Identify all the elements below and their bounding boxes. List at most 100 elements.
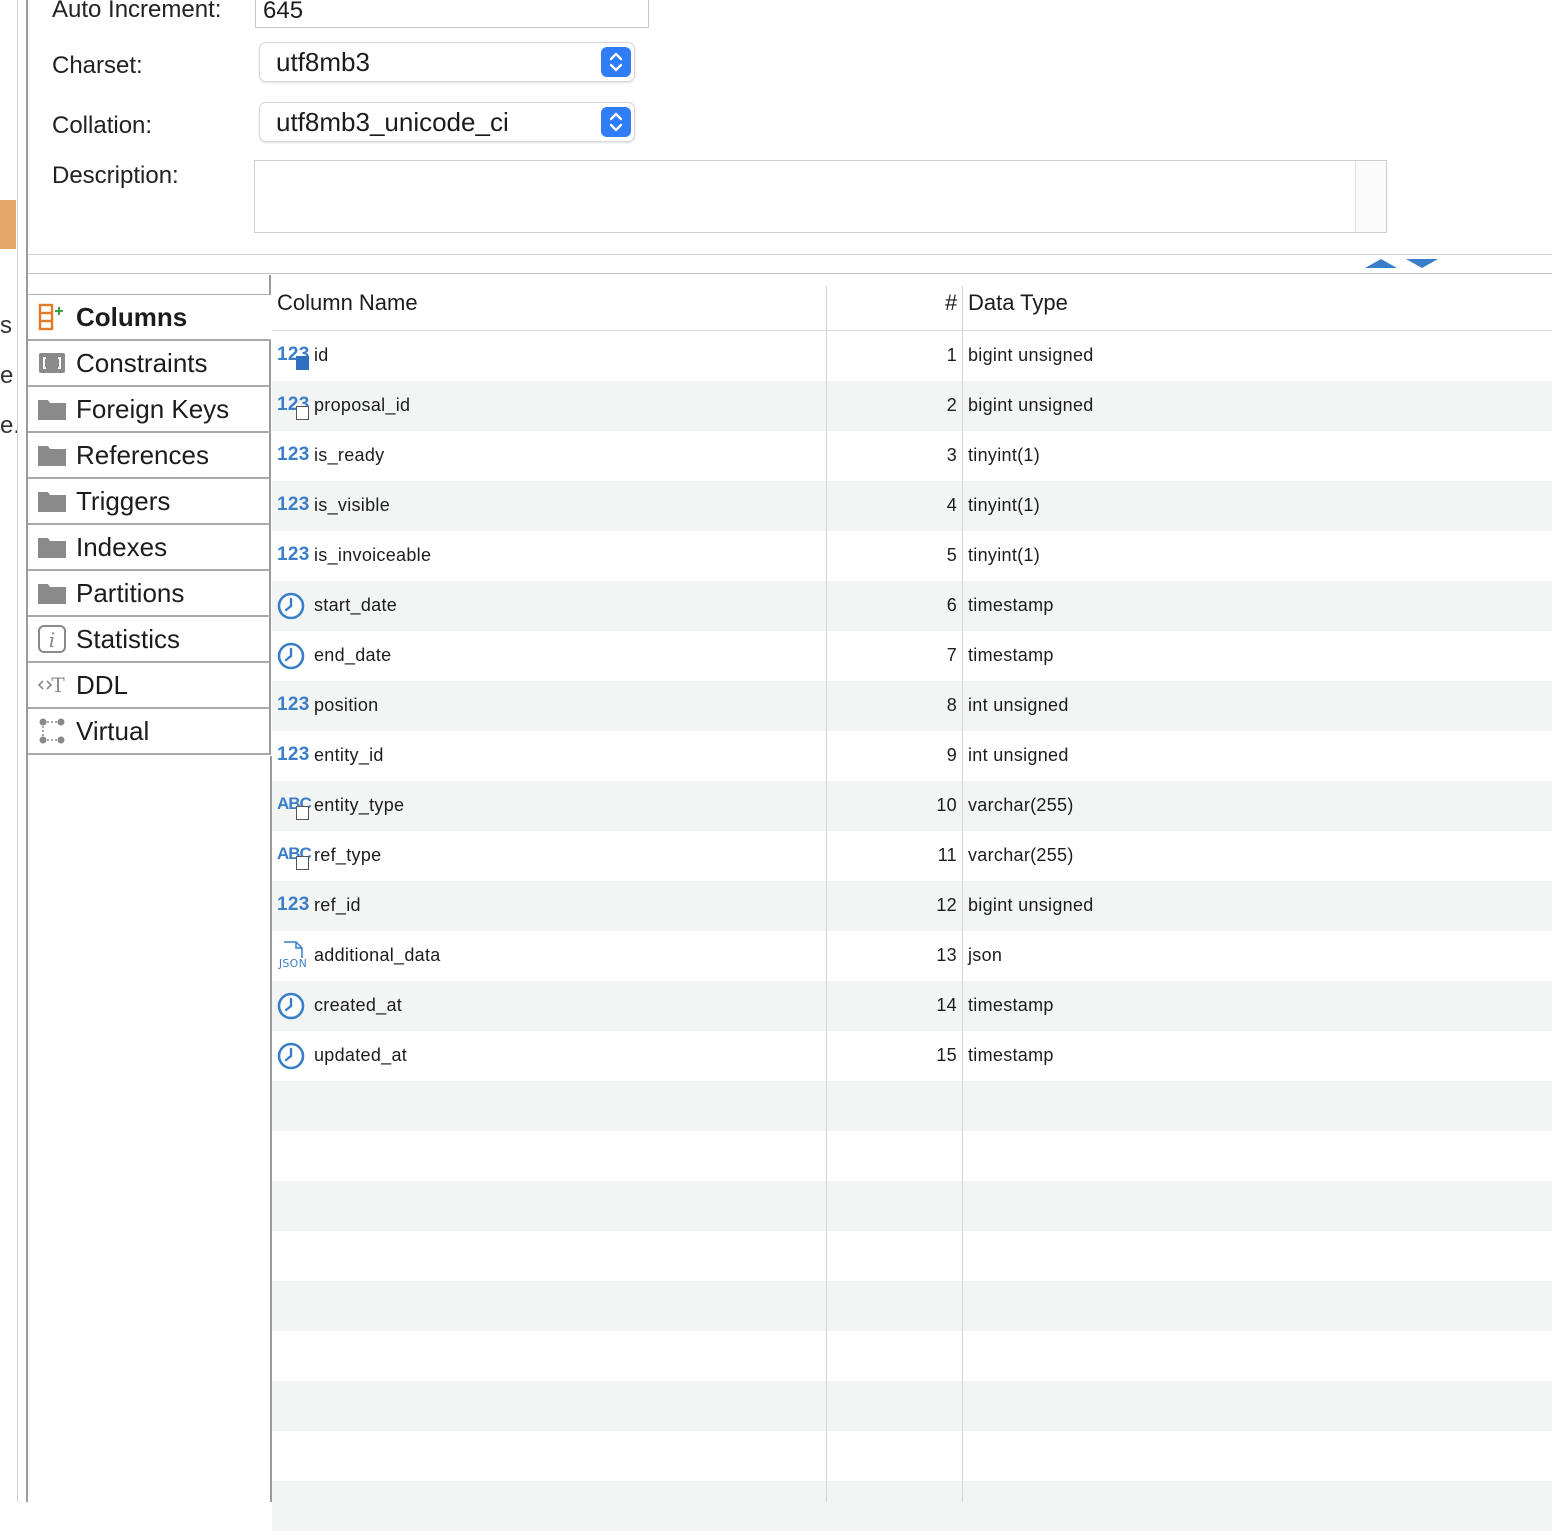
tab-indexes[interactable]: Indexes <box>28 525 271 571</box>
svg-text:T: T <box>51 673 65 697</box>
tab-foreign-keys[interactable]: Foreign Keys <box>28 387 271 433</box>
folder-icon <box>36 579 68 607</box>
table-row[interactable]: ABC entity_type 10 varchar(255) <box>272 781 1552 831</box>
data-type-cell: timestamp <box>968 1045 1054 1065</box>
numeric-icon: 123 <box>277 694 310 715</box>
column-name-cell: start_date <box>314 595 398 615</box>
column-name-cell: additional_data <box>314 945 441 965</box>
description-scrollbar[interactable] <box>1355 161 1386 232</box>
tab-label: Statistics <box>76 623 181 654</box>
column-name-cell: position <box>314 695 379 715</box>
collapse-up-icon[interactable] <box>1365 259 1397 268</box>
tab-constraints[interactable]: Constraints <box>28 341 271 387</box>
grid-header: Column Name # Data Type <box>272 276 1552 331</box>
description-textarea[interactable] <box>254 160 1387 233</box>
json-icon: JSON <box>276 940 310 972</box>
table-row[interactable]: 123 is_ready 3 tinyint(1) <box>272 431 1552 481</box>
chevron-updown-icon[interactable] <box>601 107 631 137</box>
tab-columns[interactable]: Columns <box>28 295 271 341</box>
table-row[interactable]: 123 position 8 int unsigned <box>272 681 1552 731</box>
selected-item-marker <box>0 200 16 249</box>
table-row[interactable]: updated_at 15 timestamp <box>272 1031 1552 1081</box>
ordinal-cell: 5 <box>946 545 957 565</box>
tab-references[interactable]: References <box>28 433 271 479</box>
ordinal-cell: 7 <box>946 645 957 665</box>
svg-text:i: i <box>49 628 55 652</box>
data-type-cell: timestamp <box>968 645 1054 665</box>
ordinal-cell: 13 <box>936 945 957 965</box>
column-name-cell: updated_at <box>314 1045 408 1065</box>
empty-row <box>272 1131 1552 1181</box>
collation-select[interactable]: utf8mb3_unicode_ci <box>259 102 635 142</box>
table-row[interactable]: 123 is_invoiceable 5 tinyint(1) <box>272 531 1552 581</box>
numeric-icon: 123 <box>277 894 310 915</box>
table-row[interactable]: 123 proposal_id 2 bigint unsigned <box>272 381 1552 431</box>
data-type-cell: tinyint(1) <box>968 445 1041 465</box>
numeric-icon: 123 <box>277 494 310 515</box>
empty-row <box>272 1431 1552 1481</box>
tab-label: DDL <box>76 669 129 700</box>
table-row[interactable]: 123 is_visible 4 tinyint(1) <box>272 481 1552 531</box>
auto-increment-field[interactable]: 645 <box>255 0 649 28</box>
header-column-name[interactable]: Column Name <box>277 290 418 316</box>
column-name-cell: proposal_id <box>314 395 411 415</box>
info-icon: i <box>36 625 68 653</box>
column-name-cell: ref_type <box>314 845 382 865</box>
column-separator[interactable] <box>962 286 963 1502</box>
data-type-cell: tinyint(1) <box>968 495 1041 515</box>
pane-splitter[interactable] <box>28 254 1552 274</box>
column-name-cell: entity_id <box>314 745 384 765</box>
virtual-icon <box>36 717 68 745</box>
table-row[interactable]: JSON additional_data 13 json <box>272 931 1552 981</box>
numeric-fk-icon: 123 <box>276 390 310 422</box>
column-name-cell: created_at <box>314 995 403 1015</box>
expand-down-icon[interactable] <box>1406 259 1438 268</box>
table-row[interactable]: 123 id 1 bigint unsigned <box>272 331 1552 381</box>
numeric-icon: 123 <box>277 444 310 465</box>
tab-label: Constraints <box>76 347 208 378</box>
column-name-cell: is_visible <box>314 495 391 515</box>
ordinal-cell: 9 <box>946 745 957 765</box>
tab-ddl[interactable]: T DDL <box>28 663 271 709</box>
clock-icon <box>276 990 310 1022</box>
tab-triggers[interactable]: Triggers <box>28 479 271 525</box>
clock-icon <box>276 640 310 672</box>
clock-icon <box>276 590 310 622</box>
constraints-icon <box>36 349 68 377</box>
empty-row <box>272 1281 1552 1331</box>
columns-icon <box>36 303 68 331</box>
edge-text-fragment: e <box>0 362 14 389</box>
description-label: Description: <box>52 162 179 189</box>
left-panel-edge: s e e. <box>0 0 18 1502</box>
header-ordinal[interactable]: # <box>945 290 957 316</box>
charset-label: Charset: <box>52 52 143 79</box>
charset-select[interactable]: utf8mb3 <box>259 42 635 82</box>
tab-partitions[interactable]: Partitions <box>28 571 271 617</box>
clock-icon <box>276 1040 310 1072</box>
column-separator[interactable] <box>826 286 827 1502</box>
empty-row <box>272 1381 1552 1431</box>
charset-value: utf8mb3 <box>276 47 370 77</box>
tab-virtual[interactable]: Virtual <box>28 709 271 755</box>
table-row[interactable]: start_date 6 timestamp <box>272 581 1552 631</box>
table-row[interactable]: 123 ref_id 12 bigint unsigned <box>272 881 1552 931</box>
column-name-cell: end_date <box>314 645 392 665</box>
header-data-type[interactable]: Data Type <box>968 290 1068 316</box>
folder-icon <box>36 533 68 561</box>
table-row[interactable]: ABC ref_type 11 varchar(255) <box>272 831 1552 881</box>
data-type-cell: timestamp <box>968 995 1054 1015</box>
empty-row <box>272 1481 1552 1531</box>
columns-grid: Column Name # Data Type 123 id 1 bigint uns… <box>272 276 1552 1531</box>
collation-value: utf8mb3_unicode_ci <box>276 107 509 137</box>
tab-statistics[interactable]: i Statistics <box>28 617 271 663</box>
ordinal-cell: 3 <box>946 445 957 465</box>
table-row[interactable]: 123 entity_id 9 int unsigned <box>272 731 1552 781</box>
ordinal-cell: 14 <box>936 995 957 1015</box>
ordinal-cell: 1 <box>946 345 957 365</box>
tab-label: References <box>76 439 209 470</box>
table-row[interactable]: created_at 14 timestamp <box>272 981 1552 1031</box>
column-name-cell: is_ready <box>314 445 385 465</box>
table-row[interactable]: end_date 7 timestamp <box>272 631 1552 681</box>
chevron-updown-icon[interactable] <box>601 47 631 77</box>
edge-text-fragment: s <box>0 312 12 339</box>
